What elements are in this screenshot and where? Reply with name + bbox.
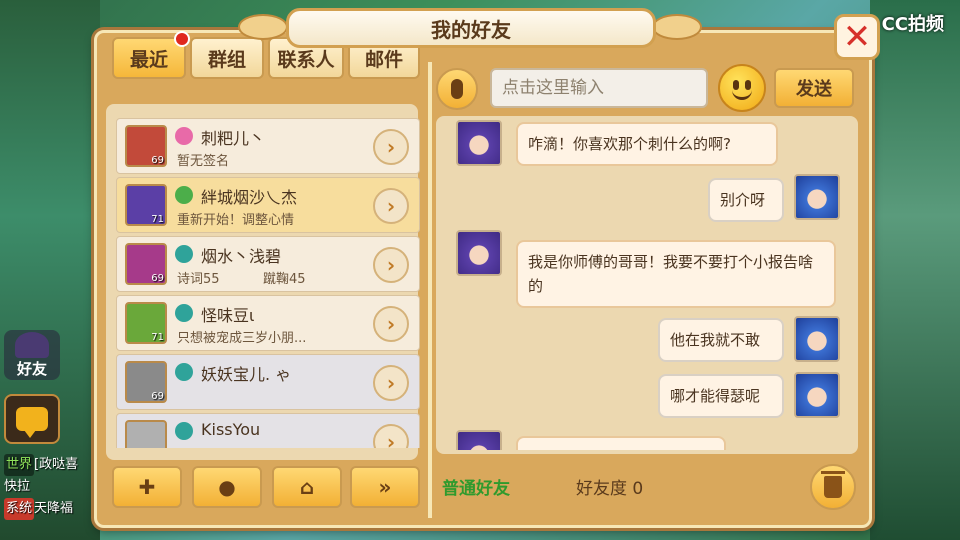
message-bubble [516, 436, 726, 450]
chevron-right-icon: › [386, 135, 396, 159]
add-user-icon: ✚ [138, 475, 156, 499]
hud-friend-button[interactable]: 好友 [4, 330, 60, 380]
friend-row[interactable]: 69 妖妖宝儿. ゃ › [116, 354, 420, 410]
double-chevron-icon: » [378, 475, 392, 499]
avatar: 71 [125, 302, 167, 344]
friend-name: 烟水丶浅碧 [201, 247, 282, 266]
chevron-right-icon: › [386, 430, 396, 448]
sect-icon [175, 127, 193, 145]
game-background-right [870, 0, 960, 540]
voice-button[interactable] [436, 68, 478, 110]
avatar [456, 430, 502, 450]
channel-tag: 世界 [4, 454, 35, 476]
microphone-icon [451, 79, 463, 99]
avatar [456, 230, 502, 276]
add-friend-button[interactable]: ✚ [112, 466, 182, 508]
avatar [125, 420, 167, 448]
title-ornament-right [652, 14, 702, 40]
message-input[interactable] [490, 68, 708, 108]
delete-button[interactable] [810, 464, 856, 510]
friend-row[interactable]: 71 絆城烟沙乀杰 重新开始！调整心情 › [116, 177, 420, 233]
hud-chat-button[interactable] [4, 394, 60, 444]
open-chat-button[interactable]: › [373, 129, 409, 165]
channel-tag: 系统 [4, 498, 35, 520]
message-bubble: 哪才能得瑟呢 [658, 374, 784, 418]
panel-divider [428, 62, 432, 518]
message-bubble: 别介呀 [708, 178, 784, 222]
smiley-icon [733, 80, 739, 90]
emoji-button[interactable] [718, 64, 766, 112]
world-chat-log: 世界 [政哒喜 快拉 系统 天降福 [4, 454, 98, 520]
sect-icon [175, 186, 193, 204]
title-ornament-left [238, 14, 288, 40]
friend-name: 怪味豆ι [201, 306, 255, 325]
close-icon: ✕ [842, 17, 872, 57]
dialog-title: 我的好友 [286, 8, 656, 48]
chat-bubble-icon: ● [218, 475, 236, 499]
friend-row[interactable]: 71 怪味豆ι 只想被宠成三岁小朋... › [116, 295, 420, 351]
sect-icon [175, 245, 193, 263]
friend-name: KissYou [201, 420, 261, 439]
send-button[interactable]: 发送 [774, 68, 854, 108]
notification-badge [174, 31, 190, 47]
friend-name: 妖妖宝儿. ゃ [201, 365, 292, 384]
friend-row[interactable]: 69 烟水丶浅碧 诗词55 蹴鞠45 › [116, 236, 420, 292]
affinity-label: 好友度 0 [576, 479, 644, 499]
friend-row[interactable]: 69 刺粑儿丶 暂无签名 › [116, 118, 420, 174]
tab-groups[interactable]: 群组 [190, 37, 264, 79]
avatar: 69 [125, 125, 167, 167]
chevron-right-icon: › [386, 371, 396, 395]
chat-messages[interactable]: 咋滴！你喜欢那个刺什么的啊? 别介呀 我是你师傅的哥哥！我要不要打个小报告啥的 … [440, 118, 856, 450]
friend-skill-1: 诗词55 [177, 272, 220, 287]
avatar: 69 [125, 243, 167, 285]
open-chat-button[interactable]: › [373, 306, 409, 342]
avatar [794, 174, 840, 220]
friend-row[interactable]: KissYou › [116, 413, 420, 448]
more-button[interactable]: » [350, 466, 420, 508]
world-chat-line: 系统 天降福 [4, 498, 98, 520]
avatar [456, 120, 502, 166]
wizard-hat-icon [15, 331, 49, 358]
trash-icon [821, 471, 845, 498]
open-chat-button[interactable]: › [373, 424, 409, 448]
chevron-right-icon: › [386, 253, 396, 277]
watermark: CC拍频 [881, 14, 944, 35]
friend-skill-2: 蹴鞠45 [263, 272, 306, 287]
friend-signature: 只想被宠成三岁小朋... [177, 331, 307, 346]
chevron-right-icon: › [386, 194, 396, 218]
avatar [794, 372, 840, 418]
avatar: 69 [125, 361, 167, 403]
friend-name: 刺粑儿丶 [201, 129, 266, 148]
message-bubble: 我是你师傅的哥哥！我要不要打个小报告啥的 [516, 240, 836, 308]
chat-bubble-icon [16, 407, 48, 438]
message-bubble: 咋滴！你喜欢那个刺什么的啊? [516, 122, 778, 166]
open-chat-button[interactable]: › [373, 188, 409, 224]
world-chat-line: 快拉 [4, 479, 31, 494]
avatar: 71 [125, 184, 167, 226]
avatar [794, 316, 840, 362]
open-chat-button[interactable]: › [373, 247, 409, 283]
close-button[interactable]: ✕ [834, 14, 880, 60]
message-bubble: 他在我就不敢 [658, 318, 784, 362]
friend-signature: 暂无签名 [177, 154, 230, 169]
hud-friend-label: 好友 [16, 359, 47, 378]
chat-button[interactable]: ● [192, 466, 262, 508]
friend-name: 絆城烟沙乀杰 [201, 188, 298, 207]
sect-icon [175, 363, 193, 381]
sect-icon [175, 422, 193, 440]
friend-signature: 重新开始！调整心情 [177, 213, 295, 228]
home-button[interactable]: ⌂ [272, 466, 342, 508]
chevron-right-icon: › [386, 312, 396, 336]
friend-list[interactable]: 69 刺粑儿丶 暂无签名 › 71 絆城烟沙乀杰 重新开始！调整心情 › 69 … [116, 118, 420, 448]
home-icon: ⌂ [299, 475, 315, 499]
friend-type-label: 普通好友 [442, 479, 510, 499]
open-chat-button[interactable]: › [373, 365, 409, 401]
sect-icon [175, 304, 193, 322]
tab-recent[interactable]: 最近 [112, 31, 190, 79]
world-chat-line: 世界 [政哒喜 [4, 454, 98, 476]
